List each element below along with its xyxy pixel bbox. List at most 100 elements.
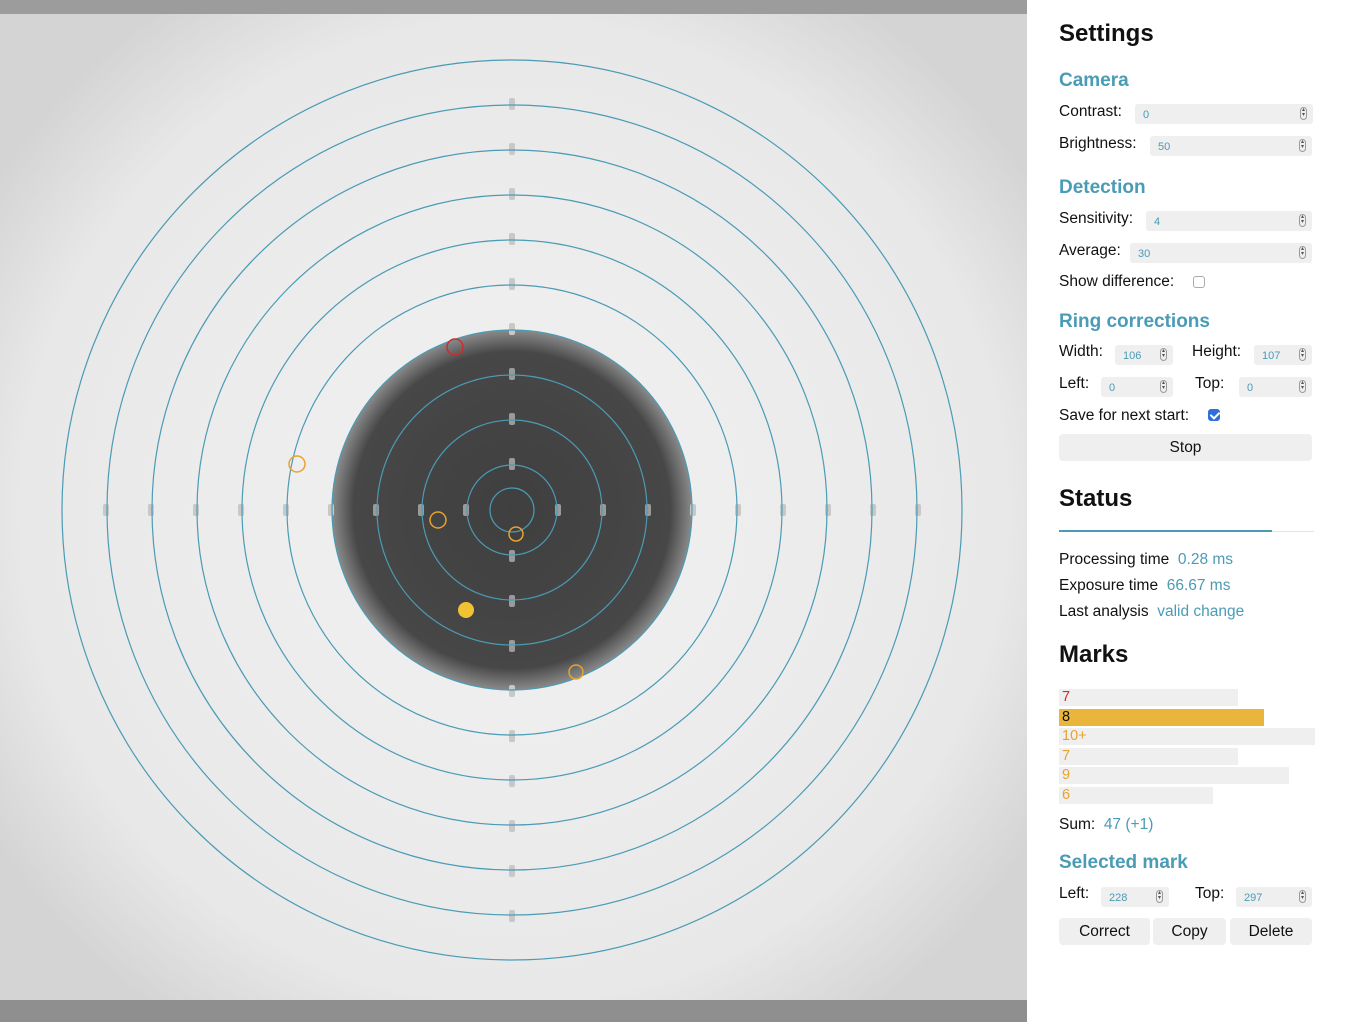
mark-list-item[interactable]: 6 <box>1059 787 1213 804</box>
tick-mark <box>825 504 831 516</box>
height-label: Height: <box>1192 343 1242 360</box>
tick-mark <box>509 820 515 832</box>
mark-list-item[interactable]: 7 <box>1059 689 1238 706</box>
tick-mark <box>509 910 515 922</box>
mark-list-item[interactable]: 9 <box>1059 767 1289 785</box>
tick-mark <box>915 504 921 516</box>
selected-top-input[interactable]: 297 ▴ ▾ <box>1236 887 1312 907</box>
save-next-start-checkbox[interactable] <box>1208 409 1220 421</box>
shot-mark-selected[interactable] <box>458 602 474 618</box>
stop-button[interactable]: Stop <box>1059 434 1312 461</box>
selected-top-label: Top: <box>1195 885 1225 902</box>
height-input[interactable]: 107 ▴ ▾ <box>1254 345 1312 365</box>
marks-sum: Sum: 47 (+1) <box>1059 816 1153 834</box>
show-difference-checkbox[interactable] <box>1193 276 1205 288</box>
tick-mark <box>645 504 651 516</box>
left-input[interactable]: 0 ▴ ▾ <box>1101 377 1173 397</box>
delete-button[interactable]: Delete <box>1230 918 1312 945</box>
tick-mark <box>509 865 515 877</box>
save-next-start-label: Save for next start: <box>1059 407 1190 424</box>
correct-button[interactable]: Correct <box>1059 918 1150 945</box>
tick-mark <box>463 504 469 516</box>
stepper-icon[interactable]: ▴ ▾ <box>1299 380 1306 393</box>
tick-mark <box>509 98 515 110</box>
stepper-icon[interactable]: ▴ ▾ <box>1300 107 1307 120</box>
mark-list-item[interactable]: 10+ <box>1059 728 1315 746</box>
mark-list-item[interactable]: 7 <box>1059 747 1238 765</box>
tick-mark <box>509 775 515 787</box>
tick-mark <box>373 504 379 516</box>
tick-mark <box>509 730 515 742</box>
tick-mark <box>509 640 515 652</box>
target-image[interactable] <box>0 0 1027 1022</box>
bottom-edge <box>0 1000 1027 1022</box>
last-analysis-label: Last analysis <box>1059 603 1149 620</box>
copy-button[interactable]: Copy <box>1153 918 1226 945</box>
top-label: Top: <box>1195 375 1225 392</box>
average-input[interactable]: 30 ▴ ▾ <box>1130 243 1312 263</box>
tick-mark <box>509 323 515 335</box>
contrast-label: Contrast: <box>1059 103 1122 120</box>
stepper-icon[interactable]: ▴ ▾ <box>1299 890 1306 903</box>
camera-heading: Camera <box>1059 70 1129 91</box>
stepper-icon[interactable]: ▴ ▾ <box>1299 246 1306 259</box>
sum-value: 47 (+1) <box>1103 816 1154 833</box>
stepper-icon[interactable]: ▴ ▾ <box>1299 348 1306 361</box>
tick-mark <box>509 143 515 155</box>
tick-mark <box>870 504 876 516</box>
width-input[interactable]: 106 ▴ ▾ <box>1115 345 1173 365</box>
marks-title: Marks <box>1059 641 1129 668</box>
tick-mark <box>328 504 334 516</box>
tick-mark <box>509 278 515 290</box>
tick-mark <box>509 188 515 200</box>
settings-title: Settings <box>1059 20 1154 47</box>
stepper-icon[interactable]: ▴ ▾ <box>1299 139 1306 152</box>
average-label: Average: <box>1059 242 1121 259</box>
processing-time-label: Processing time <box>1059 551 1170 568</box>
stepper-icon[interactable]: ▴ ▾ <box>1156 890 1163 903</box>
tick-mark <box>509 413 515 425</box>
top-input[interactable]: 0 ▴ ▾ <box>1239 377 1312 397</box>
tick-mark <box>193 504 199 516</box>
tick-mark <box>418 504 424 516</box>
tick-mark <box>509 233 515 245</box>
sensitivity-label: Sensitivity: <box>1059 210 1134 227</box>
target-black-area <box>332 330 692 690</box>
tick-mark <box>600 504 606 516</box>
stepper-icon[interactable]: ▴ ▾ <box>1160 348 1167 361</box>
exposure-time-value: 66.67 ms <box>1166 577 1231 594</box>
tick-mark <box>103 504 109 516</box>
last-analysis-value: valid change <box>1157 603 1245 620</box>
show-difference-label: Show difference: <box>1059 273 1175 290</box>
tick-mark <box>148 504 154 516</box>
ring-corrections-heading: Ring corrections <box>1059 311 1210 332</box>
tick-mark <box>555 504 561 516</box>
detection-heading: Detection <box>1059 177 1146 198</box>
processing-time: Processing time 0.28 ms <box>1059 551 1233 569</box>
last-analysis: Last analysis valid change <box>1059 603 1244 621</box>
tick-mark <box>780 504 786 516</box>
sum-label: Sum: <box>1059 816 1096 833</box>
settings-panel: Settings Camera Contrast: 0 ▴ ▾ Brightness… <box>1027 0 1346 1022</box>
tick-mark <box>238 504 244 516</box>
mark-list-item[interactable]: 8 <box>1059 708 1264 726</box>
tick-mark <box>690 504 696 516</box>
tick-mark <box>283 504 289 516</box>
contrast-input[interactable]: 0 ▴ ▾ <box>1135 104 1313 124</box>
tick-mark <box>509 368 515 380</box>
status-title: Status <box>1059 485 1133 512</box>
sensitivity-input[interactable]: 4 ▴ ▾ <box>1146 211 1312 231</box>
camera-view[interactable] <box>0 0 1027 1022</box>
selected-left-label: Left: <box>1059 885 1090 902</box>
brightness-input[interactable]: 50 ▴ ▾ <box>1150 136 1312 156</box>
tick-mark <box>509 550 515 562</box>
left-label: Left: <box>1059 375 1090 392</box>
tick-mark <box>509 595 515 607</box>
brightness-label: Brightness: <box>1059 135 1137 152</box>
processing-time-value: 0.28 ms <box>1177 551 1234 568</box>
selected-mark-heading: Selected mark <box>1059 852 1188 873</box>
stepper-icon[interactable]: ▴ ▾ <box>1160 380 1167 393</box>
selected-left-input[interactable]: 228 ▴ ▾ <box>1101 887 1169 907</box>
stepper-icon[interactable]: ▴ ▾ <box>1299 214 1306 227</box>
tick-mark <box>735 504 741 516</box>
